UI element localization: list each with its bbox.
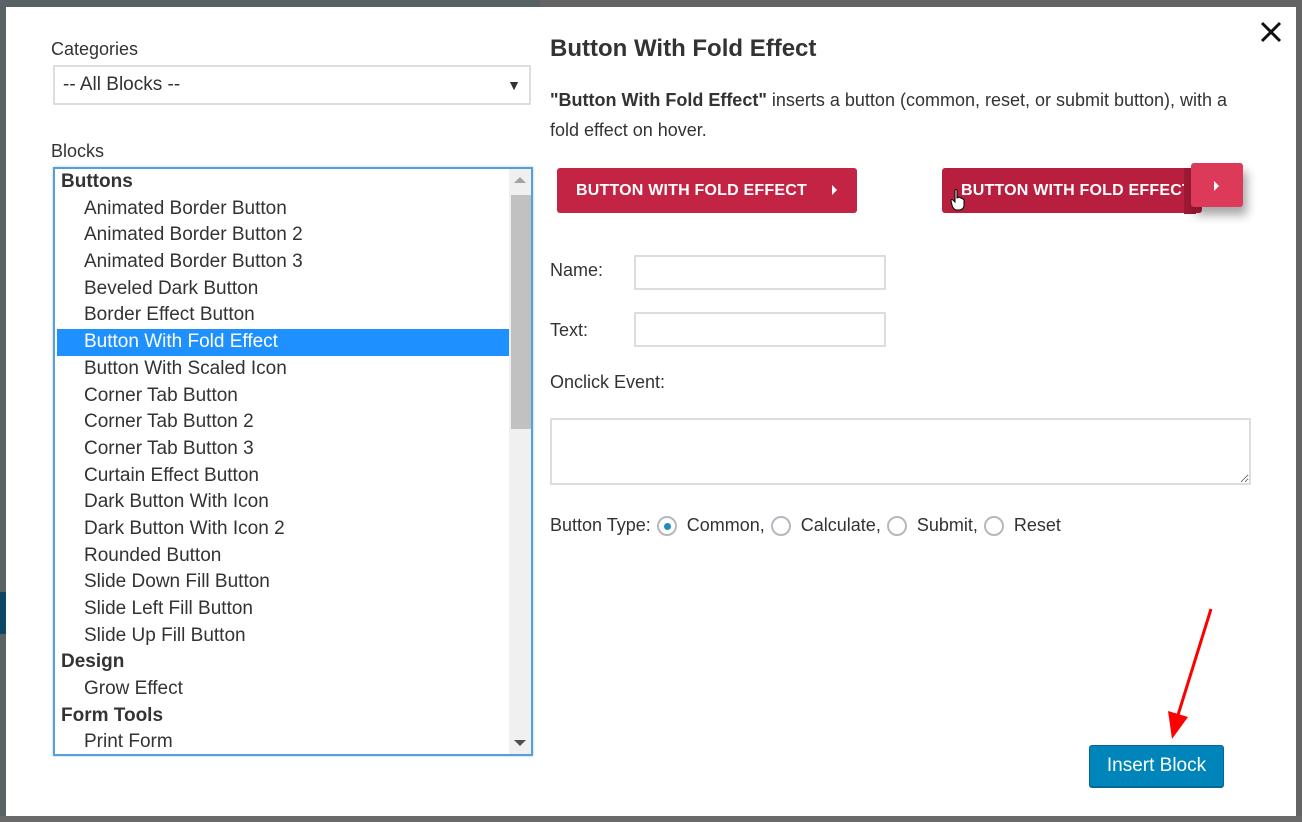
list-item[interactable]: Slide Left Fill Button (55, 596, 509, 623)
list-item[interactable]: Grow Effect (55, 676, 509, 703)
list-item[interactable]: Print Form (55, 729, 509, 754)
onclick-label: Onclick Event: (550, 372, 666, 392)
close-icon (1260, 21, 1282, 43)
insert-block-button[interactable]: Insert Block (1089, 745, 1224, 787)
radio-common[interactable] (656, 515, 677, 536)
scroll-down-button[interactable] (509, 732, 531, 754)
list-item[interactable]: Corner Tab Button 2 (55, 409, 509, 436)
name-label: Name: (550, 260, 604, 280)
list-item[interactable]: Animated Border Button 2 (55, 222, 509, 249)
block-title: Button With Fold Effect (550, 35, 817, 62)
categories-select[interactable]: -- All Blocks -- ▼ (53, 65, 531, 105)
button-type-label: Button Type: (550, 515, 651, 535)
radio-common-label: Common, (686, 515, 765, 535)
name-input[interactable] (634, 255, 886, 290)
arrow-down-icon (514, 740, 526, 746)
radio-calculate[interactable] (770, 515, 791, 536)
list-item[interactable]: Rounded Button (55, 543, 509, 570)
text-input[interactable] (634, 312, 886, 347)
button-type-group: Button Type: Common, Calculate, Submit, … (550, 515, 1061, 536)
insert-block-modal: Categories -- All Blocks -- ▼ Blocks But… (6, 7, 1296, 816)
list-item[interactable]: Button With Scaled Icon (55, 356, 509, 383)
list-item[interactable]: Corner Tab Button (55, 383, 509, 410)
list-item[interactable]: Dark Button With Icon 2 (55, 516, 509, 543)
categories-label: Categories (51, 39, 139, 59)
preview-button-normal: BUTTON WITH FOLD EFFECT (557, 168, 857, 213)
list-item[interactable]: Border Effect Button (55, 302, 509, 329)
radio-reset-label: Reset (1013, 515, 1061, 535)
chevron-down-icon: ▼ (507, 77, 521, 93)
scroll-thumb[interactable] (511, 195, 531, 429)
preview-button-hover-label: BUTTON WITH FOLD EFFECT (961, 181, 1192, 199)
list-item[interactable]: Beveled Dark Button (55, 276, 509, 303)
radio-submit-label: Submit, (916, 515, 978, 535)
caret-right-icon (832, 185, 837, 195)
list-item[interactable]: Animated Border Button 3 (55, 249, 509, 276)
list-item[interactable]: Dark Button With Icon (55, 489, 509, 516)
list-item[interactable]: Corner Tab Button 3 (55, 436, 509, 463)
background-page (0, 0, 540, 7)
list-item-selected[interactable]: Button With Fold Effect (57, 329, 509, 356)
categories-selected-value: -- All Blocks -- (63, 74, 181, 95)
radio-reset[interactable] (983, 515, 1004, 536)
block-description: "Button With Fold Effect" inserts a butt… (550, 85, 1250, 145)
text-label: Text: (550, 320, 589, 340)
close-button[interactable] (1258, 19, 1284, 45)
onclick-textarea[interactable] (550, 418, 1251, 485)
blocks-label: Blocks (51, 141, 105, 161)
caret-right-icon (1214, 181, 1219, 191)
preview-button-hover: BUTTON WITH FOLD EFFECT (942, 168, 1202, 213)
list-group-header: Buttons (61, 171, 133, 192)
blocks-listbox[interactable]: Buttons Animated Border Button Animated Bo… (53, 167, 533, 756)
scrollbar[interactable] (509, 169, 531, 754)
list-item[interactable]: Slide Down Fill Button (55, 569, 509, 596)
annotation-arrow-icon (1168, 608, 1213, 739)
radio-submit[interactable] (886, 515, 907, 536)
fold-tab (1191, 163, 1243, 207)
preview-button-label: BUTTON WITH FOLD EFFECT (576, 181, 807, 199)
block-description-name: "Button With Fold Effect" (550, 90, 767, 110)
radio-calculate-label: Calculate, (800, 515, 881, 535)
list-item[interactable]: Slide Up Fill Button (55, 623, 509, 650)
background-overlay (0, 816, 1302, 822)
hand-cursor-icon (950, 189, 965, 211)
list-group-header: Design (61, 651, 125, 673)
blocks-list-items: Buttons Animated Border Button Animated Bo… (55, 169, 509, 754)
list-group-header: Form Tools (61, 704, 164, 726)
list-item[interactable]: Curtain Effect Button (55, 463, 509, 490)
list-item[interactable]: Animated Border Button (55, 196, 509, 223)
scroll-up-button[interactable] (509, 169, 531, 191)
arrow-up-icon (514, 177, 526, 183)
